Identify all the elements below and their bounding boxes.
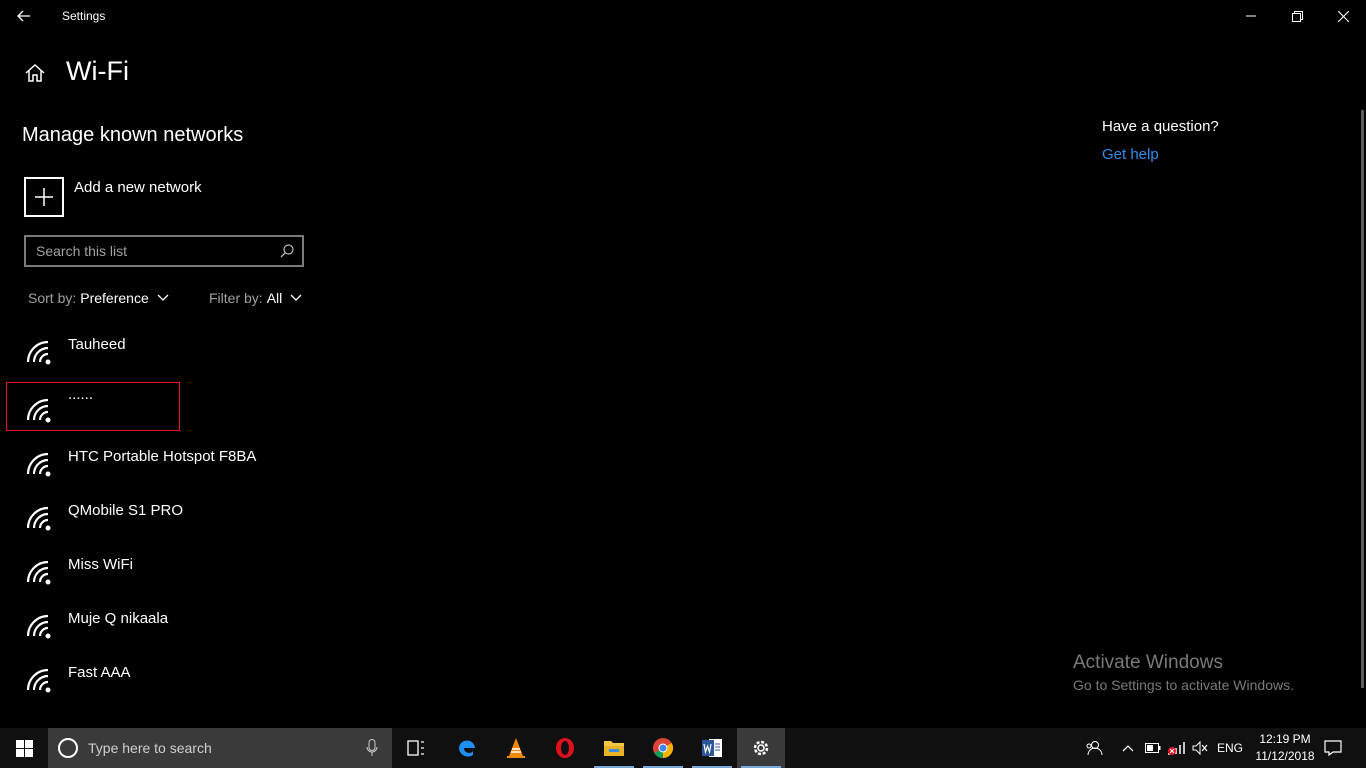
activate-windows-watermark: Activate Windows Go to Settings to activ… (1073, 652, 1294, 693)
word-icon (702, 739, 722, 757)
watermark-line1: Activate Windows (1073, 652, 1223, 673)
wifi-icon (26, 452, 51, 477)
taskbar-search[interactable]: Type here to search (48, 728, 392, 768)
network-name: Muje Q nikaala (68, 610, 169, 627)
filter-dropdown[interactable]: Filter by: All (209, 290, 302, 306)
language-label: ENG (1216, 741, 1243, 755)
volume-button[interactable] (1189, 728, 1211, 768)
vlc-icon (507, 738, 525, 758)
vlc-button[interactable] (492, 728, 540, 768)
clock-date: 11/12/2018 (1255, 749, 1315, 763)
notification-icon (1324, 740, 1342, 756)
search-box (24, 235, 304, 267)
file-explorer-button[interactable] (590, 728, 638, 768)
search-icon[interactable] (280, 244, 294, 258)
battery-button[interactable] (1142, 728, 1164, 768)
filter-value: All (266, 290, 283, 306)
help-question: Have a question? (1102, 118, 1219, 135)
clock[interactable]: 12:19 PM 11/12/2018 (1246, 731, 1324, 765)
clock-time: 12:19 PM (1259, 732, 1311, 746)
windows-logo-icon (15, 739, 33, 757)
sort-label: Sort by: (28, 290, 77, 306)
microphone-icon[interactable] (366, 739, 378, 757)
wifi-icon (26, 340, 51, 365)
settings-button[interactable] (737, 728, 785, 768)
network-name: QMobile S1 PRO (68, 502, 184, 519)
task-view-button[interactable] (392, 728, 440, 768)
arrow-left-icon (17, 10, 30, 22)
add-network-label: Add a new network (74, 179, 202, 196)
wifi-icon (26, 614, 51, 639)
search-input[interactable] (26, 237, 274, 265)
volume-muted-icon (1192, 741, 1208, 755)
network-item[interactable]: HTC Portable Hotspot F8BA (24, 444, 324, 494)
page-title: Wi-Fi (66, 56, 129, 86)
minimize-icon (1246, 15, 1256, 17)
taskbar-search-placeholder: Type here to search (88, 740, 212, 756)
minimize-button[interactable] (1228, 0, 1274, 32)
wifi-icon (26, 560, 51, 585)
chevron-down-icon (157, 294, 169, 301)
network-item[interactable]: Tauheed (24, 332, 324, 382)
action-center-button[interactable] (1320, 728, 1346, 768)
scrollbar[interactable] (1361, 110, 1364, 688)
chrome-button[interactable] (639, 728, 687, 768)
chevron-down-icon (290, 294, 302, 301)
wifi-disconnected-icon (1168, 742, 1185, 755)
word-button[interactable] (688, 728, 736, 768)
selection-highlight (6, 382, 180, 431)
network-item[interactable]: Miss WiFi (24, 552, 324, 602)
sort-dropdown[interactable]: Sort by: Preference (28, 290, 169, 306)
get-help-link[interactable]: Get help (1102, 146, 1159, 163)
wifi-icon (26, 506, 51, 531)
sort-value: Preference (80, 290, 149, 306)
network-name: Tauheed (68, 336, 126, 353)
battery-icon (1145, 743, 1161, 753)
network-name: Fast AAA (68, 664, 131, 681)
gear-icon (753, 740, 769, 756)
folder-icon (604, 741, 624, 756)
restore-icon (1291, 10, 1303, 22)
taskbar: Type here to search ENG 12:19 PM 11/12/2… (0, 728, 1366, 768)
window-title: Settings (62, 9, 106, 23)
opera-icon (556, 738, 574, 758)
section-title: Manage known networks (22, 124, 244, 146)
opera-button[interactable] (541, 728, 589, 768)
watermark-line2: Go to Settings to activate Windows. (1073, 677, 1294, 693)
show-hidden-icons-button[interactable] (1116, 728, 1140, 768)
title-bar: Settings (0, 0, 1366, 32)
wifi-icon (26, 668, 51, 693)
filter-label: Filter by: (209, 290, 263, 306)
network-item[interactable]: Muje Q nikaala (24, 606, 324, 656)
home-button[interactable] (24, 62, 46, 84)
restore-button[interactable] (1274, 0, 1320, 32)
add-network-button[interactable]: Add a new network (24, 177, 202, 217)
network-item[interactable]: Fast AAA (24, 660, 324, 710)
task-view-icon (407, 740, 424, 756)
language-indicator[interactable]: ENG (1214, 728, 1246, 768)
close-button[interactable] (1320, 0, 1366, 32)
chevron-up-icon (1122, 745, 1134, 752)
back-button[interactable] (14, 6, 34, 26)
plus-icon (24, 177, 64, 217)
start-button[interactable] (0, 728, 48, 768)
network-status-button[interactable] (1165, 728, 1187, 768)
chrome-icon (653, 738, 674, 759)
edge-icon (458, 740, 475, 757)
network-item[interactable]: QMobile S1 PRO (24, 498, 324, 548)
cortana-icon (58, 738, 78, 758)
network-name: HTC Portable Hotspot F8BA (68, 448, 257, 465)
close-icon (1337, 10, 1349, 22)
network-name: Miss WiFi (68, 556, 133, 573)
people-icon (1086, 741, 1103, 756)
home-icon (25, 63, 45, 82)
edge-button[interactable] (443, 728, 491, 768)
people-button[interactable] (1080, 728, 1108, 768)
